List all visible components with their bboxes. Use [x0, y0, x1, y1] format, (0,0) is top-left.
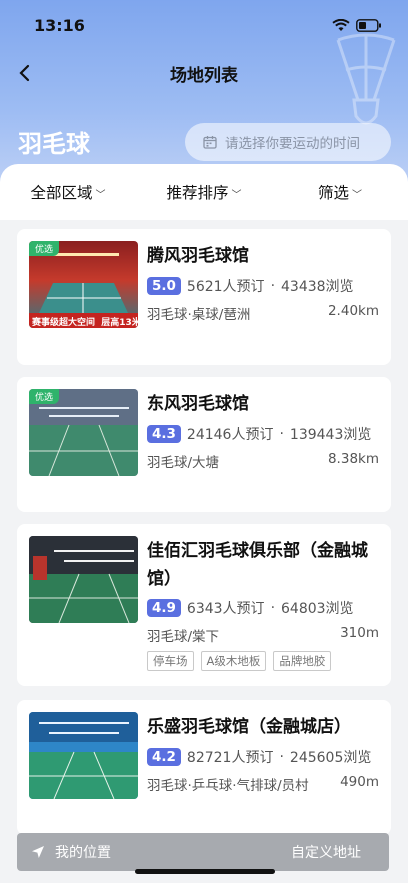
location-arrow-icon [32, 846, 44, 858]
filter-more-label: 筛选 [317, 184, 349, 202]
pick-badge: 优选 [29, 389, 60, 404]
filter-bar: 全部区域 ﹀ 推荐排序 ﹀ 筛选 ﹀ [0, 164, 408, 220]
venue-meta: 羽毛球·乒乓球·气排球/员村 490m [147, 774, 379, 794]
venue-name: 东风羽毛球馆 [147, 394, 249, 414]
chevron-down-icon: ﹀ [95, 189, 106, 201]
chevron-down-icon: ﹀ [231, 189, 242, 201]
my-location-button[interactable]: 我的位置 [31, 842, 111, 862]
page-title: 场地列表 [170, 65, 238, 86]
venue-meta: 羽毛球·桌球/琶洲 2.40km [147, 303, 379, 323]
venue-stats: 4.9 6343人预订 · 64803浏览 [147, 598, 354, 618]
rating-badge: 4.2 [147, 748, 181, 766]
venue-sports: 羽毛球/大塘 [147, 455, 220, 471]
booking-count: 6343人预订 [186, 601, 265, 617]
nav-bar: 场地列表 [0, 50, 408, 96]
venue-stats: 5.0 5621人预订 · 43438浏览 [147, 276, 354, 296]
filter-sort-label: 推荐排序 [166, 184, 229, 202]
time-picker[interactable]: 请选择你要运动的时间 [185, 123, 391, 161]
chevron-down-icon: ﹀ [352, 189, 362, 201]
view-count: 245605浏览 [289, 750, 372, 766]
filter-area[interactable]: 全部区域 ﹀ [0, 181, 136, 203]
rating-badge: 4.9 [147, 599, 181, 617]
venue-distance: 8.38km [327, 451, 379, 467]
status-time: 13:16 [34, 15, 85, 35]
wifi-icon [332, 18, 350, 31]
venue-stats: 4.3 24146人预订 · 139443浏览 [147, 424, 371, 444]
venue-photo [29, 712, 138, 799]
venue-sports: 羽毛球/棠下 [147, 629, 220, 645]
filter-area-label: 全部区域 [30, 184, 93, 202]
venue-card[interactable]: 优选 东风羽毛球馆 4.3 24146人预订 · 139443浏览 羽毛球/大塘… [17, 377, 391, 512]
sport-title: 羽毛球 [18, 130, 90, 158]
venue-name: 腾风羽毛球馆 [147, 246, 249, 266]
venue-distance: 2.40km [327, 303, 379, 319]
my-location-label: 我的位置 [55, 845, 111, 861]
venue-photo [29, 536, 138, 623]
feature-tag: 品牌地胶 [273, 651, 332, 671]
venue-distance: 310m [340, 625, 379, 641]
calendar-icon [203, 136, 217, 149]
booking-count: 82721人预订 [186, 750, 274, 766]
venue-meta: 羽毛球/棠下 310m [147, 625, 379, 645]
feature-tag: A级木地板 [200, 651, 267, 671]
view-count: 64803浏览 [281, 601, 354, 617]
photo-banner-text: 赛事级超大空间 层高13米 [32, 318, 138, 328]
venue-photo: 优选 赛事级超大空间 层高13米 [29, 241, 138, 328]
venue-card[interactable]: 乐盛羽毛球馆（金融城店） 4.2 82721人预订 · 245605浏览 羽毛球… [17, 700, 391, 835]
venue-photo: 优选 [29, 389, 138, 476]
home-indicator [135, 869, 275, 874]
view-count: 43438浏览 [281, 279, 354, 295]
status-bar: 13:16 [0, 0, 408, 50]
time-picker-placeholder: 请选择你要运动的时间 [225, 136, 360, 152]
chevron-left-icon [19, 64, 30, 82]
pick-badge: 优选 [29, 241, 60, 256]
back-button[interactable] [12, 60, 36, 86]
feature-tag: 停车场 [147, 651, 194, 671]
view-count: 139443浏览 [289, 427, 372, 443]
venue-stats: 4.2 82721人预订 · 245605浏览 [147, 747, 371, 767]
location-bar: 我的位置 自定义地址 [17, 833, 389, 871]
venue-name: 乐盛羽毛球馆（金融城店） [147, 717, 351, 737]
venue-card[interactable]: 佳佰汇羽毛球俱乐部（金融城馆） 4.9 6343人预订 · 64803浏览 羽毛… [17, 524, 391, 686]
booking-count: 5621人预订 [186, 279, 265, 295]
rating-badge: 4.3 [147, 425, 181, 443]
venue-sports: 羽毛球·桌球/琶洲 [147, 307, 251, 323]
rating-badge: 5.0 [147, 277, 181, 295]
venue-card[interactable]: 优选 赛事级超大空间 层高13米 腾风羽毛球馆 5.0 5621人预订 · 43… [17, 229, 391, 365]
filter-sort[interactable]: 推荐排序 ﹀ [136, 181, 272, 203]
battery-icon [356, 18, 381, 32]
booking-count: 24146人预订 [186, 427, 274, 443]
venue-sports: 羽毛球·乒乓球·气排球/员村 [147, 778, 309, 794]
venue-meta: 羽毛球/大塘 8.38km [147, 451, 379, 471]
venue-distance: 490m [340, 774, 379, 790]
custom-address-button[interactable]: 自定义地址 [291, 842, 361, 862]
feature-tags: 停车场 A级木地板 品牌地胶 [147, 651, 332, 671]
venue-name: 佳佰汇羽毛球俱乐部（金融城馆） [147, 541, 368, 589]
filter-more[interactable]: 筛选 ﹀ [272, 181, 408, 203]
